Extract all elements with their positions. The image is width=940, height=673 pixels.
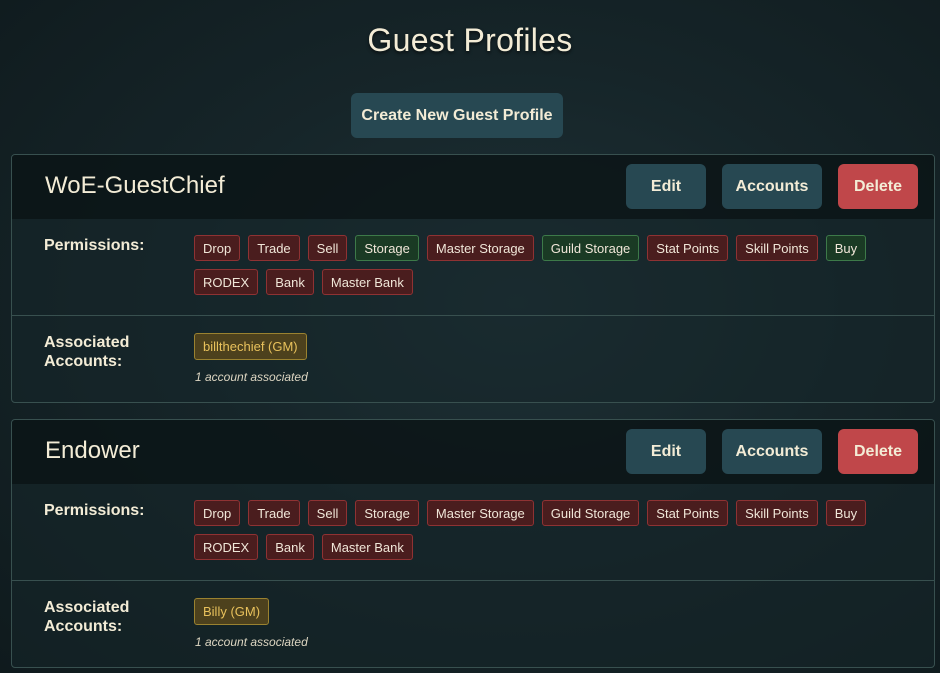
permissions-label: Permissions: [44, 502, 145, 519]
accounts-section: Associated Accounts: Billy (GM) 1 accoun… [12, 581, 934, 667]
edit-button[interactable]: Edit [626, 164, 706, 209]
permission-tag: Bank [266, 269, 314, 295]
permission-tag: Guild Storage [541, 235, 640, 261]
accounts-section: Associated Accounts: billthechief (GM) 1… [12, 316, 934, 402]
permission-tags: Drop Trade Sell Storage Master Storage Guild … [194, 500, 894, 560]
permission-tag: Master Bank [321, 534, 413, 560]
permission-tag: Skill Points [736, 500, 818, 526]
account-tag: Billy (GM) [194, 598, 270, 625]
delete-button[interactable]: Delete [838, 429, 918, 474]
account-tag: billthechief (GM) [194, 333, 307, 360]
permission-tag: Guild Storage [541, 500, 640, 526]
permissions-label: Permissions: [44, 237, 145, 254]
create-guest-profile-button[interactable]: Create New Guest Profile [351, 93, 563, 138]
permission-tag: Buy [825, 500, 867, 526]
profile-header: Endower Edit Accounts Delete [12, 420, 934, 484]
account-count-note: 1 account associated [195, 370, 308, 384]
profile-card: WoE-GuestChief Edit Accounts Delete Perm… [11, 154, 935, 403]
permission-tag: Drop [194, 500, 241, 526]
permission-tag: Sell [307, 500, 348, 526]
permission-tag: RODEX [194, 269, 259, 295]
permission-tag: RODEX [194, 534, 259, 560]
permission-tag: Stat Points [647, 235, 729, 261]
profile-name: WoE-GuestChief [45, 172, 225, 199]
associated-label-line1: Associated [44, 599, 130, 616]
permissions-section: Permissions: Drop Trade Sell Storage Master … [12, 484, 934, 581]
delete-button[interactable]: Delete [838, 164, 918, 209]
associated-label-line2: Accounts: [44, 353, 123, 370]
permission-tag: Buy [825, 235, 867, 261]
permission-tag: Trade [248, 235, 300, 261]
permission-tag: Master Storage [426, 500, 534, 526]
profile-name: Endower [45, 437, 140, 464]
permission-tag: Master Storage [426, 235, 534, 261]
profile-header: WoE-GuestChief Edit Accounts Delete [12, 155, 934, 219]
page-title: Guest Profiles [367, 22, 573, 58]
permission-tag: Drop [194, 235, 241, 261]
permission-tag: Master Bank [321, 269, 413, 295]
edit-button[interactable]: Edit [626, 429, 706, 474]
associated-accounts-label: Associated Accounts: [44, 598, 129, 636]
permission-tag: Skill Points [736, 235, 818, 261]
associated-accounts-label: Associated Accounts: [44, 333, 129, 371]
associated-label-line2: Accounts: [44, 618, 123, 635]
permission-tag: Storage [355, 500, 419, 526]
permission-tags: Drop Trade Sell Storage Master Storage Guild … [194, 235, 894, 295]
permission-tag: Bank [266, 534, 314, 560]
accounts-button[interactable]: Accounts [722, 164, 822, 209]
account-count-note: 1 account associated [195, 635, 308, 649]
permission-tag: Storage [355, 235, 419, 261]
permission-tag: Trade [248, 500, 300, 526]
permission-tag: Sell [307, 235, 348, 261]
permission-tag: Stat Points [647, 500, 729, 526]
profile-card: Endower Edit Accounts Delete Permissions… [11, 419, 935, 668]
permissions-section: Permissions: Drop Trade Sell Storage Master … [12, 219, 934, 316]
accounts-button[interactable]: Accounts [722, 429, 822, 474]
associated-label-line1: Associated [44, 334, 130, 351]
